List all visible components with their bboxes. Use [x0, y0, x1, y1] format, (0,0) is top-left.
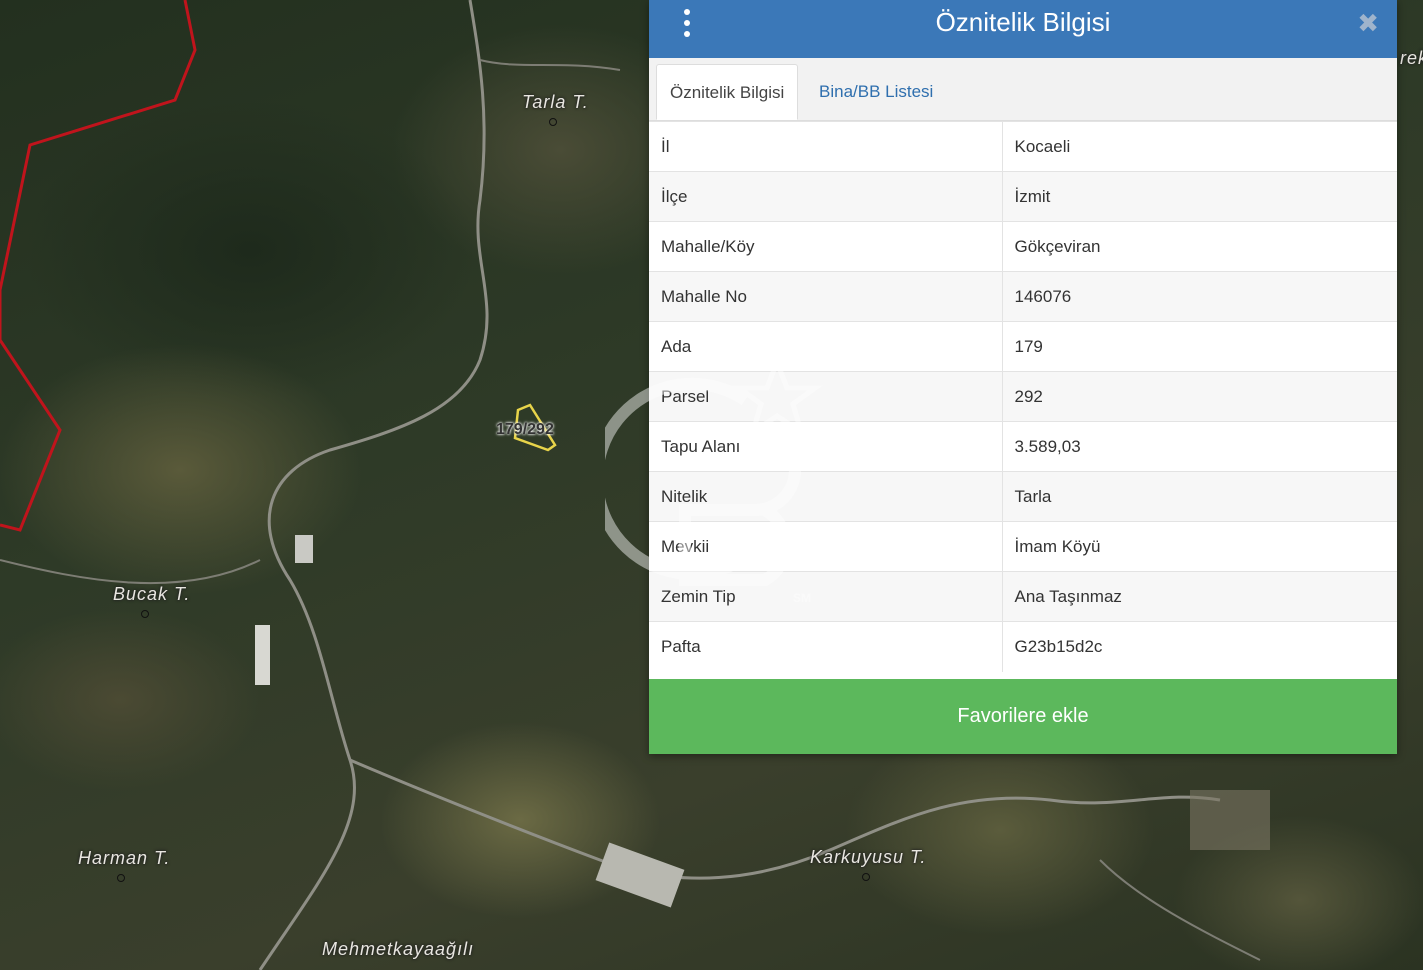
- attribute-key: İl: [649, 121, 1003, 172]
- attribute-key: Parsel: [649, 371, 1003, 422]
- place-marker-bucak: [141, 610, 149, 618]
- place-marker-tarla: [549, 118, 557, 126]
- attribute-value: 292: [1002, 371, 1397, 422]
- place-label-mehmetkaya: Mehmetkayaağılı: [322, 939, 475, 959]
- table-row: Zemin Tip Ana Taşınmaz: [649, 571, 1397, 622]
- attribute-value: 3.589,03: [1002, 421, 1397, 472]
- attribute-value: Kocaeli: [1002, 121, 1397, 172]
- table-row: Ada 179: [649, 321, 1397, 372]
- place-label-edge: rek: [1400, 48, 1423, 68]
- attribute-key: Mevkii: [649, 521, 1003, 572]
- attribute-value: 179: [1002, 321, 1397, 372]
- table-row: Pafta G23b15d2c: [649, 621, 1397, 672]
- tab-bar: Öznitelik Bilgisi Bina/BB Listesi: [649, 58, 1397, 121]
- place-label-tarla: Tarla T.: [522, 92, 589, 112]
- table-row: Nitelik Tarla: [649, 471, 1397, 522]
- attribute-value: Gökçeviran: [1002, 221, 1397, 272]
- close-icon[interactable]: ✖: [1357, 10, 1379, 36]
- attribute-key: İlçe: [649, 171, 1003, 222]
- attribute-value: G23b15d2c: [1002, 621, 1397, 672]
- attribute-panel: Öznitelik Bilgisi ✖ Öznitelik Bilgisi Bi…: [649, 0, 1397, 754]
- table-row: Mahalle No 146076: [649, 271, 1397, 322]
- attribute-key: Ada: [649, 321, 1003, 372]
- attribute-key: Nitelik: [649, 471, 1003, 522]
- tab-attribute-info[interactable]: Öznitelik Bilgisi: [656, 64, 799, 120]
- panel-header: Öznitelik Bilgisi ✖: [649, 0, 1397, 58]
- table-row: Mahalle/Köy Gökçeviran: [649, 221, 1397, 272]
- table-row: Parsel 292: [649, 371, 1397, 422]
- tab-building-list[interactable]: Bina/BB Listesi: [806, 64, 946, 120]
- place-marker-harman: [117, 874, 125, 882]
- panel-title: Öznitelik Bilgisi: [935, 7, 1111, 37]
- attribute-table: İl Kocaeli İlçe İzmit Mahalle/Köy Gökçeviran M…: [649, 121, 1397, 672]
- attribute-value: İzmit: [1002, 171, 1397, 222]
- place-marker-karkuyusu: [862, 873, 870, 881]
- attribute-key: Pafta: [649, 621, 1003, 672]
- table-row: İl Kocaeli: [649, 121, 1397, 172]
- attribute-value: Tarla: [1002, 471, 1397, 522]
- attribute-key: Zemin Tip: [649, 571, 1003, 622]
- place-label-bucak: Bucak T.: [113, 584, 191, 604]
- place-label-harman: Harman T.: [78, 848, 171, 868]
- parcel-label: 179/292: [496, 421, 554, 438]
- attribute-value: İmam Köyü: [1002, 521, 1397, 572]
- attribute-key: Mahalle/Köy: [649, 221, 1003, 272]
- attribute-value: 146076: [1002, 271, 1397, 322]
- table-row: İlçe İzmit: [649, 171, 1397, 222]
- attribute-key: Tapu Alanı: [649, 421, 1003, 472]
- add-favorite-button[interactable]: Favorilere ekle: [649, 679, 1397, 754]
- place-label-karkuyusu: Karkuyusu T.: [810, 847, 927, 867]
- attribute-value: Ana Taşınmaz: [1002, 571, 1397, 622]
- attribute-key: Mahalle No: [649, 271, 1003, 322]
- table-row: Tapu Alanı 3.589,03: [649, 421, 1397, 472]
- table-row: Mevkii İmam Köyü: [649, 521, 1397, 572]
